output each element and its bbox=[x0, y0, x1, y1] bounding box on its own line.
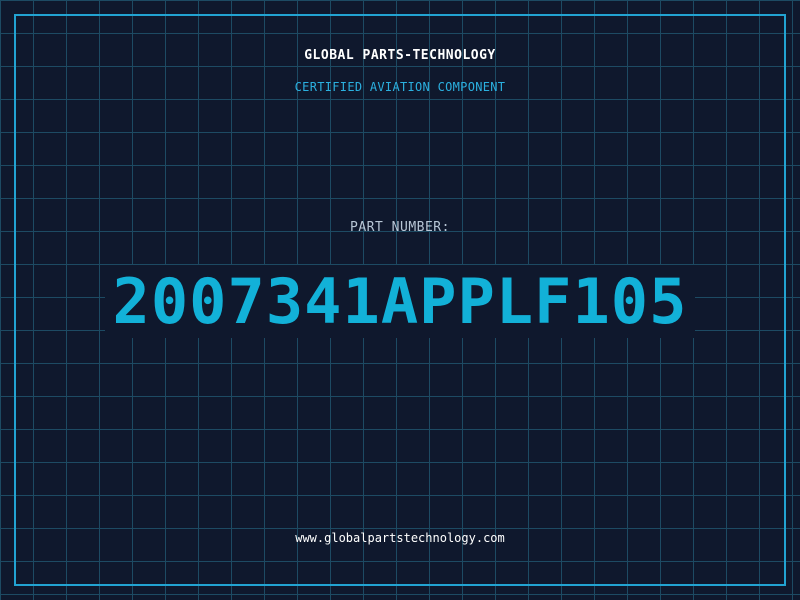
part-number-text: 2007341APPLF105 bbox=[104, 265, 696, 338]
company-name: GLOBAL PARTS-TECHNOLOGY bbox=[304, 48, 496, 63]
certification-subtitle: CERTIFIED AVIATION COMPONENT bbox=[294, 80, 506, 94]
part-number-value: 2007341APPLF105 bbox=[0, 262, 800, 342]
part-number-label: PART NUMBER: bbox=[350, 220, 450, 235]
website-url: www.globalpartstechnology.com bbox=[295, 531, 505, 545]
